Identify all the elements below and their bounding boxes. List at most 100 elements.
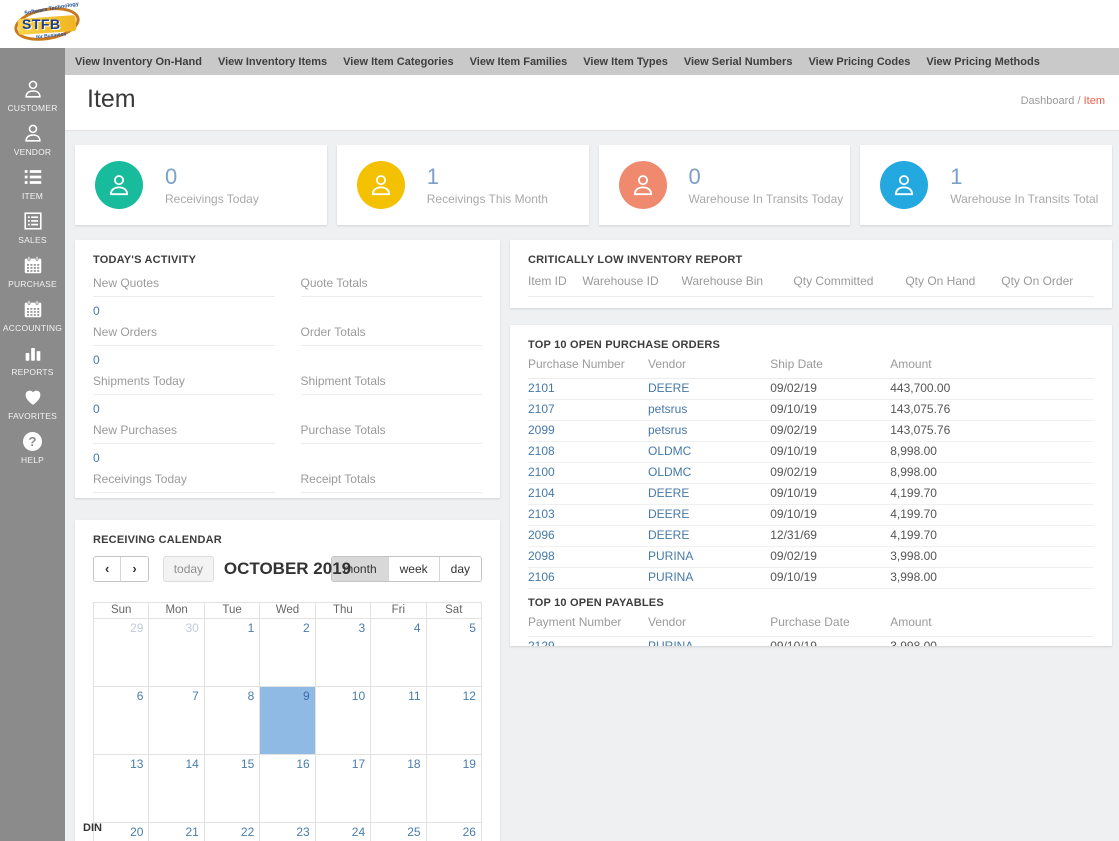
calendar-day-cell-3[interactable]: 3 <box>316 619 371 687</box>
column-header-payment-number: Payment Number <box>528 615 648 629</box>
calendar-day-number: 1 <box>248 621 255 635</box>
calendar-day-cell-15[interactable]: 15 <box>205 755 260 823</box>
cell-number-link[interactable]: 2129 <box>528 640 648 646</box>
sidebar-item-help[interactable]: ?HELP <box>0 430 65 465</box>
purchase-order-row: 2104DEERE09/10/194,199.70 <box>528 484 1094 505</box>
calendar-day-cell-7[interactable]: 7 <box>149 687 204 755</box>
calendar-day-cell-8[interactable]: 8 <box>205 687 260 755</box>
stat-card-label: Receivings This Month <box>427 192 548 206</box>
topnav-link-view-item-families[interactable]: View Item Families <box>462 56 576 68</box>
calendar-day-cell-12[interactable]: 12 <box>427 687 482 755</box>
todays-activity-panel: TODAY'S ACTIVITY New Quotes0Quote Totals… <box>75 240 500 498</box>
cell-vendor-link[interactable]: OLDMC <box>648 445 770 458</box>
calendar-day-cell-9[interactable]: 9 <box>260 687 315 755</box>
calendar-day-cell-17[interactable]: 17 <box>316 755 371 823</box>
stat-card-value[interactable]: 1 <box>427 165 548 189</box>
cell-number-link[interactable]: 2107 <box>528 403 648 416</box>
calendar-day-cell-16[interactable]: 16 <box>260 755 315 823</box>
calendar-day-cell-23[interactable]: 23 <box>260 823 315 841</box>
column-header-amount: Amount <box>890 357 1094 371</box>
activity-label: Shipments Today <box>93 374 275 395</box>
cell-vendor-link[interactable]: OLDMC <box>648 466 770 479</box>
calendar-day-cell-18[interactable]: 18 <box>371 755 426 823</box>
calendar-view-week-button[interactable]: week <box>388 557 439 581</box>
cell-number-link[interactable]: 2101 <box>528 382 648 395</box>
cell-number-link[interactable]: 2104 <box>528 487 648 500</box>
stfb-logo[interactable]: Software Technology STFB for Business <box>8 2 92 46</box>
sidebar-item-sales[interactable]: SALES <box>0 210 65 245</box>
cell-number-link[interactable]: 2103 <box>528 508 648 521</box>
stat-card-warehouse-in-transits-today[interactable]: 0Warehouse In Transits Today <box>599 145 851 225</box>
calendar-day-cell-29[interactable]: 29 <box>94 619 149 687</box>
cell-vendor-link[interactable]: PURINA <box>648 640 770 646</box>
cell-number-link[interactable]: 2098 <box>528 550 648 563</box>
sidebar-item-favorites[interactable]: FAVORITES <box>0 386 65 421</box>
activity-value[interactable]: 1 <box>93 493 275 498</box>
topnav-link-view-serial-numbers[interactable]: View Serial Numbers <box>676 56 801 68</box>
activity-value[interactable]: 0 <box>93 346 275 367</box>
calendar-day-cell-5[interactable]: 5 <box>427 619 482 687</box>
breadcrumb-dashboard-link[interactable]: Dashboard <box>1021 95 1075 107</box>
calendar-day-number: 7 <box>192 689 199 703</box>
calendar-day-cell-20[interactable]: 20 <box>94 823 149 841</box>
calendar-day-cell-22[interactable]: 22 <box>205 823 260 841</box>
column-header-qty-on-order: Qty On Order <box>1001 274 1094 288</box>
stat-card-receivings-today[interactable]: 0Receivings Today <box>75 145 327 225</box>
cell-number-link[interactable]: 2100 <box>528 466 648 479</box>
cell-amount: 4,199.70 <box>890 487 1094 500</box>
calendar-day-cell-30[interactable]: 30 <box>149 619 204 687</box>
calendar-day-cell-10[interactable]: 10 <box>316 687 371 755</box>
calendar-day-cell-1[interactable]: 1 <box>205 619 260 687</box>
cell-number-link[interactable]: 2096 <box>528 529 648 542</box>
stat-card-receivings-this-month[interactable]: 1 Receivings This Month <box>337 145 589 225</box>
sidebar-item-customer[interactable]: CUSTOMER <box>0 78 65 113</box>
calendar-day-cell-11[interactable]: 11 <box>371 687 426 755</box>
sidebar-item-accounting[interactable]: ACCOUNTING <box>0 298 65 333</box>
calendar-prev-button[interactable]: ‹ <box>94 557 120 581</box>
calendar-day-cell-24[interactable]: 24 <box>316 823 371 841</box>
activity-value[interactable]: 0 <box>93 395 275 416</box>
cell-vendor-link[interactable]: DEERE <box>648 529 770 542</box>
calendar-day-cell-2[interactable]: 2 <box>260 619 315 687</box>
calendar-day-cell-21[interactable]: 21 <box>149 823 204 841</box>
calendar-view-day-button[interactable]: day <box>439 557 481 581</box>
cell-vendor-link[interactable]: DEERE <box>648 508 770 521</box>
sidebar-item-purchase[interactable]: PURCHASE <box>0 254 65 289</box>
calendar-partial-event[interactable]: DIN <box>83 822 102 834</box>
topnav-link-view-item-categories[interactable]: View Item Categories <box>335 56 461 68</box>
cell-number-link[interactable]: 2106 <box>528 571 648 584</box>
stat-card-value[interactable]: 0 <box>689 165 844 189</box>
activity-value[interactable]: 0 <box>93 297 275 318</box>
activity-value[interactable]: 0 <box>93 444 275 465</box>
topnav-link-view-pricing-codes[interactable]: View Pricing Codes <box>800 56 918 68</box>
stat-card-warehouse-in-transits-total[interactable]: 1Warehouse In Transits Total <box>860 145 1112 225</box>
sidebar-item-label: FAVORITES <box>8 411 57 421</box>
calendar-day-cell-4[interactable]: 4 <box>371 619 426 687</box>
calendar-day-cell-25[interactable]: 25 <box>371 823 426 841</box>
cell-vendor-link[interactable]: PURINA <box>648 571 770 584</box>
stat-card-value[interactable]: 1 <box>950 165 1098 189</box>
topnav-link-view-item-types[interactable]: View Item Types <box>575 56 676 68</box>
calendar-day-cell-13[interactable]: 13 <box>94 755 149 823</box>
cell-vendor-link[interactable]: petsrus <box>648 403 770 416</box>
calendar-today-button[interactable]: today <box>163 556 214 582</box>
cell-vendor-link[interactable]: DEERE <box>648 382 770 395</box>
stat-card-value[interactable]: 0 <box>165 165 259 189</box>
sidebar-item-item[interactable]: ITEM <box>0 166 65 201</box>
calendar-day-cell-19[interactable]: 19 <box>427 755 482 823</box>
calendar-day-cell-6[interactable]: 6 <box>94 687 149 755</box>
cell-vendor-link[interactable]: petsrus <box>648 424 770 437</box>
calendar-day-number: 8 <box>248 689 255 703</box>
topnav-link-view-inventory-items[interactable]: View Inventory Items <box>210 56 335 68</box>
calendar-day-cell-26[interactable]: 26 <box>427 823 482 841</box>
cell-number-link[interactable]: 2099 <box>528 424 648 437</box>
calendar-next-button[interactable]: › <box>120 557 147 581</box>
cell-vendor-link[interactable]: PURINA <box>648 550 770 563</box>
sidebar-item-vendor[interactable]: VENDOR <box>0 122 65 157</box>
sidebar-item-reports[interactable]: REPORTS <box>0 342 65 377</box>
topnav-link-view-pricing-methods[interactable]: View Pricing Methods <box>918 56 1048 68</box>
calendar-day-cell-14[interactable]: 14 <box>149 755 204 823</box>
cell-vendor-link[interactable]: DEERE <box>648 487 770 500</box>
topnav-link-view-inventory-on-hand[interactable]: View Inventory On-Hand <box>67 56 210 68</box>
cell-number-link[interactable]: 2108 <box>528 445 648 458</box>
